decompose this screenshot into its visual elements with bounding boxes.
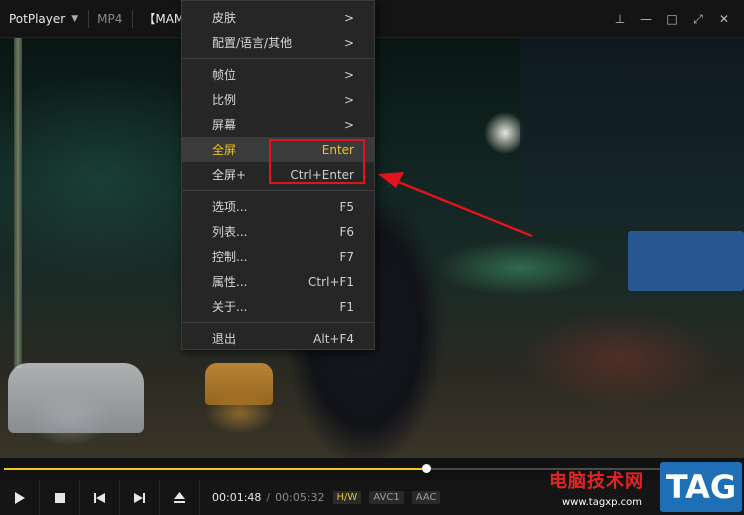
next-button[interactable]: [120, 480, 160, 515]
annotation-highlight-box: [269, 139, 365, 184]
menu-item-properties[interactable]: 属性... Ctrl+F1: [182, 269, 374, 294]
seek-handle[interactable]: [421, 464, 431, 473]
menu-item-shortcut: Alt+F4: [313, 331, 354, 346]
app-name: PotPlayer: [9, 11, 66, 26]
menu-item-label: 列表...: [212, 225, 248, 239]
menu-item-shortcut: F1: [339, 299, 354, 314]
menu-item-config[interactable]: 配置/语言/其他 >: [182, 30, 374, 55]
menu-item-frame[interactable]: 帧位 >: [182, 62, 374, 87]
menu-item-label: 属性...: [212, 275, 248, 289]
menu-item-screen[interactable]: 屏幕 >: [182, 112, 374, 137]
menu-item-about[interactable]: 关于... F1: [182, 294, 374, 319]
submenu-arrow-icon: >: [343, 92, 354, 107]
menu-separator: [182, 58, 374, 59]
window-controls: ⊥ — □ ⤢ ✕: [608, 0, 736, 38]
skip-previous-icon: [94, 492, 105, 503]
menu-item-shortcut: F6: [339, 224, 354, 239]
menu-item-label: 关于...: [212, 300, 248, 314]
menu-item-control[interactable]: 控制... F7: [182, 244, 374, 269]
menu-item-label: 比例: [212, 93, 237, 107]
previous-button[interactable]: [80, 480, 120, 515]
skip-next-icon: [134, 492, 145, 503]
menu-item-label: 配置/语言/其他: [212, 36, 293, 50]
menu-item-label: 控制...: [212, 250, 248, 264]
chevron-down-icon: ▼: [71, 13, 79, 24]
seek-progress-fill: [4, 468, 426, 470]
play-icon: [15, 491, 25, 504]
menu-item-exit[interactable]: 退出 Alt+F4: [182, 326, 374, 351]
video-scene-taxi: [205, 363, 273, 405]
menu-item-shortcut: Ctrl+F1: [308, 274, 354, 289]
hw-decode-badge[interactable]: H/W: [332, 491, 362, 504]
submenu-arrow-icon: >: [343, 10, 354, 25]
submenu-arrow-icon: >: [343, 35, 354, 50]
time-separator: /: [266, 491, 271, 504]
current-time: 00:01:48: [212, 491, 262, 504]
menu-item-label: 退出: [212, 332, 237, 346]
watermark-logo: TAG: [660, 462, 742, 512]
watermark-url: www.tagxp.com: [562, 497, 642, 508]
pin-icon[interactable]: ⊥: [608, 12, 632, 26]
file-title: 【MAM: [143, 12, 185, 26]
watermark-site-name: 电脑技术网: [549, 471, 644, 492]
title-divider: [88, 9, 90, 28]
video-codec-badge: AVC1: [369, 491, 404, 504]
app-menu-button[interactable]: PotPlayer ▼: [0, 12, 78, 26]
stop-button[interactable]: [40, 480, 80, 515]
format-label: MP4: [97, 11, 123, 26]
total-time: 00:05:32: [275, 491, 325, 504]
video-scene-building: [520, 38, 744, 228]
menu-item-options[interactable]: 选项... F5: [182, 194, 374, 219]
title-divider: [132, 9, 134, 28]
menu-item-label: 屏幕: [212, 118, 237, 132]
stop-icon: [54, 492, 65, 503]
menu-item-label: 皮肤: [212, 11, 237, 25]
menu-item-skin[interactable]: 皮肤 >: [182, 5, 374, 30]
maximize-icon[interactable]: □: [660, 12, 684, 26]
eject-button[interactable]: [160, 480, 200, 515]
menu-item-playlist[interactable]: 列表... F6: [182, 219, 374, 244]
menu-item-label: 帧位: [212, 68, 237, 82]
eject-icon: [174, 492, 185, 503]
fullscreen-icon[interactable]: ⤢: [686, 12, 710, 27]
video-scene-pole: [14, 38, 22, 368]
menu-item-ratio[interactable]: 比例 >: [182, 87, 374, 112]
play-button[interactable]: [0, 480, 40, 515]
menu-item-label: 选项...: [212, 200, 248, 214]
video-scene-sign: [628, 231, 744, 291]
submenu-arrow-icon: >: [343, 67, 354, 82]
minimize-icon[interactable]: —: [634, 12, 658, 26]
menu-separator: [182, 322, 374, 323]
close-icon[interactable]: ✕: [712, 12, 736, 26]
menu-item-shortcut: F5: [339, 199, 354, 214]
video-scene-car: [8, 363, 144, 433]
menu-separator: [182, 190, 374, 191]
audio-codec-badge: AAC: [411, 491, 441, 504]
submenu-arrow-icon: >: [343, 117, 354, 132]
time-display: 00:01:48 / 00:05:32 H/W AVC1 AAC: [200, 491, 441, 504]
menu-item-shortcut: F7: [339, 249, 354, 264]
